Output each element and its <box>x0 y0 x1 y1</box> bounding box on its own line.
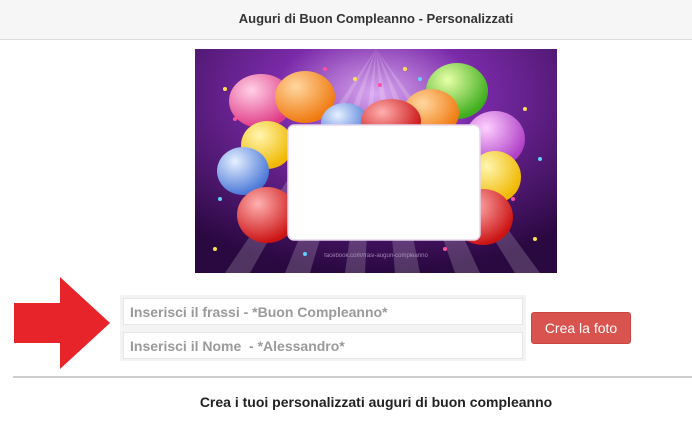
birthday-frame-image: facebook.com/frasi-auguri-compleanno <box>195 49 557 273</box>
header-bar: Auguri di Buon Compleanno - Personalizza… <box>0 0 692 40</box>
page-title: Auguri di Buon Compleanno - Personalizza… <box>238 11 514 26</box>
create-photo-button[interactable]: Crea la foto <box>531 312 631 344</box>
watermark-text: facebook.com/frasi-auguri-compleanno <box>324 253 428 259</box>
red-arrow-icon <box>14 277 110 369</box>
phrase-input[interactable] <box>123 298 523 325</box>
balloons-frame-icon: facebook.com/frasi-auguri-compleanno <box>195 49 557 273</box>
footer-text: Crea i tuoi personalizzati auguri di buo… <box>199 394 553 410</box>
name-input[interactable] <box>123 332 523 359</box>
divider <box>13 376 692 378</box>
